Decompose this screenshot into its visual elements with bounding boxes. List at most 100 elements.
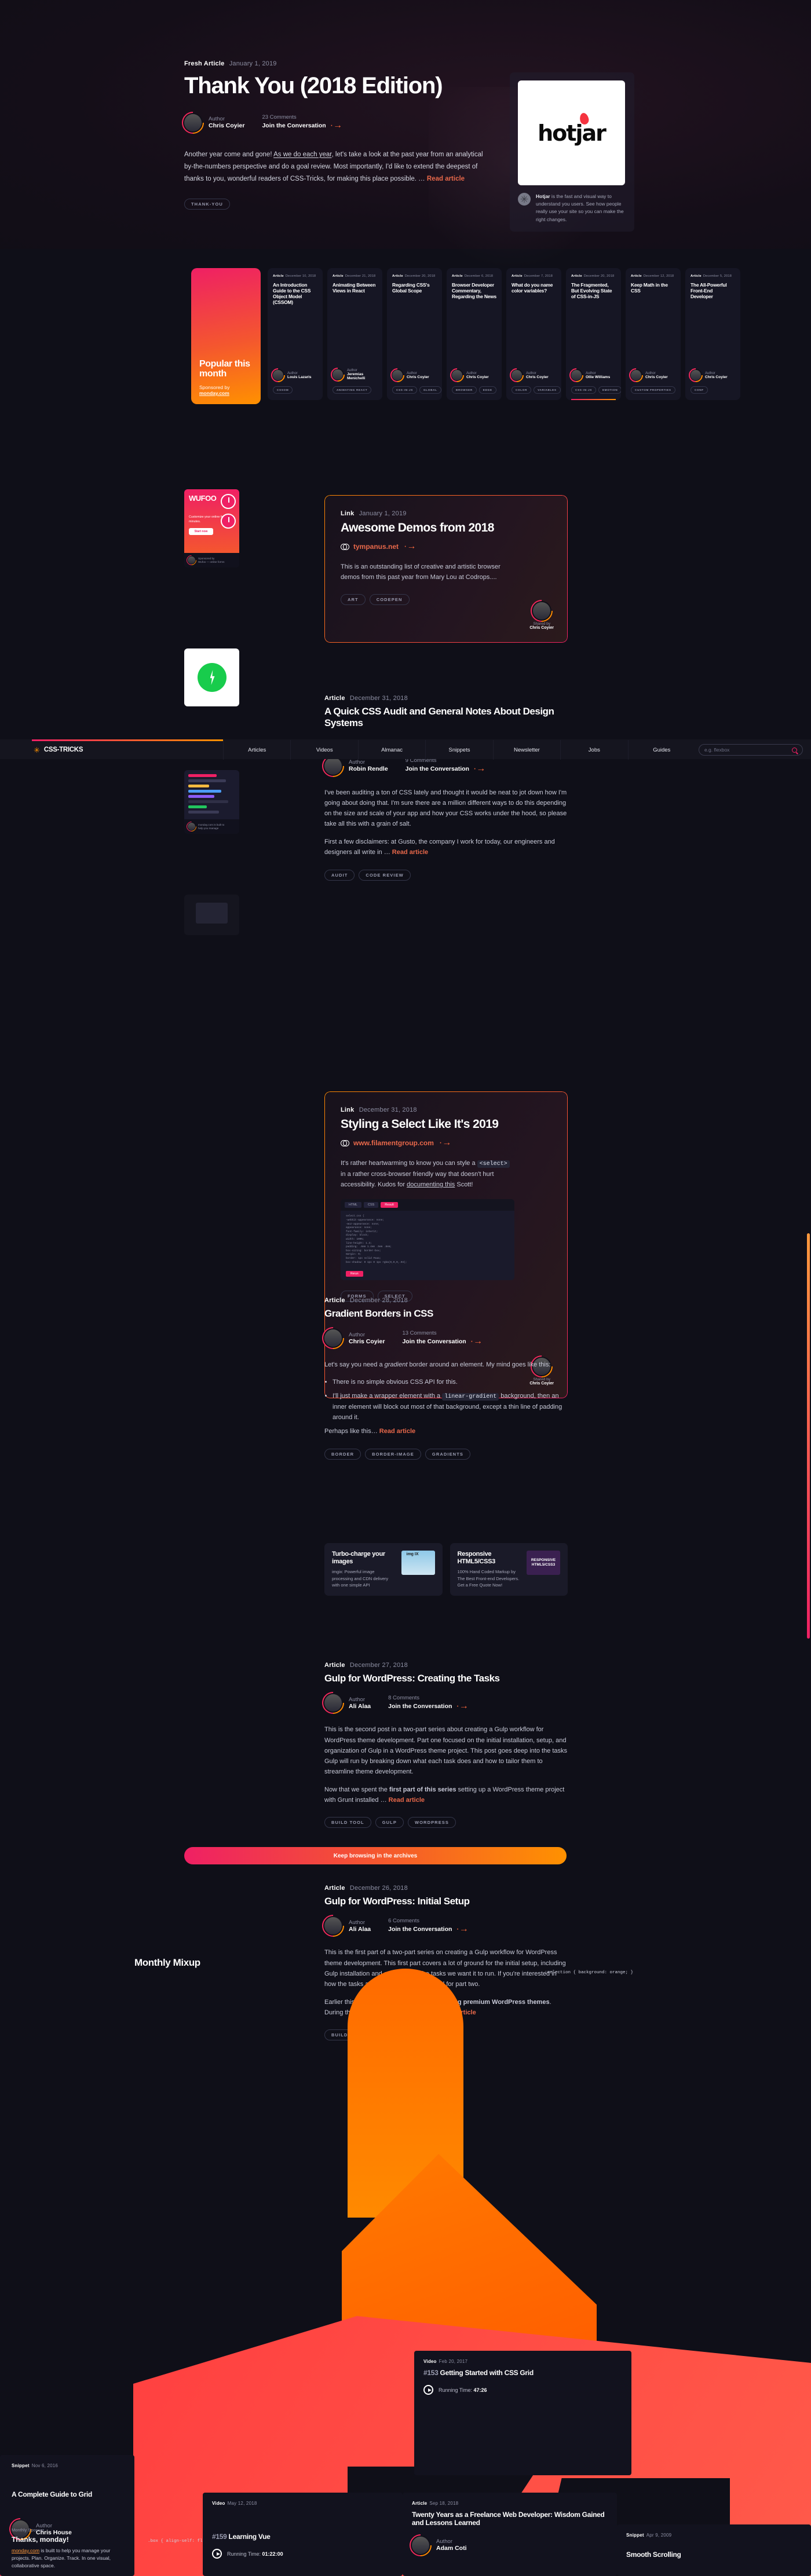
- tag[interactable]: AUDIT: [324, 869, 355, 881]
- codepen-rerun-button[interactable]: Rerun: [346, 1271, 363, 1277]
- entry-title[interactable]: A Quick CSS Audit and General Notes Abou…: [324, 706, 568, 730]
- entry-title[interactable]: Styling a Select Like It's 2019: [341, 1117, 551, 1131]
- play-icon[interactable]: [212, 2549, 222, 2559]
- card-title[interactable]: #153 Getting Started with CSS Grid: [423, 2369, 622, 2377]
- mixup-card-article-freelance[interactable]: Article Sep 18, 2018 Twenty Years as a Fr…: [403, 2493, 617, 2576]
- entry-title[interactable]: Gulp for WordPress: Creating the Tasks: [324, 1673, 568, 1684]
- card-title[interactable]: #159 Learning Vue: [212, 2533, 393, 2541]
- tag[interactable]: ANIMATING REACT: [333, 386, 372, 394]
- popular-card[interactable]: Article December 12, 2018 Keep Math in th…: [626, 268, 681, 400]
- hero-excerpt-link[interactable]: As we do each year: [273, 151, 331, 158]
- hero-read-article-link[interactable]: Read article: [427, 175, 465, 182]
- codepen-embed[interactable]: HTML CSS Result select.css { -webkit-app…: [341, 1199, 514, 1281]
- wufoo-start-button[interactable]: Start now: [189, 528, 213, 536]
- thumbnail-code[interactable]: monday.com is built to help you manage: [184, 770, 239, 834]
- tag[interactable]: EMOTION: [598, 386, 621, 394]
- hero-title[interactable]: Thank You (2018 Edition): [184, 73, 509, 99]
- popular-card[interactable]: Article December 7, 2018 What do you name…: [506, 268, 561, 400]
- tag[interactable]: BORDER: [324, 1448, 361, 1460]
- popular-card[interactable]: Article December 10, 2018 An Introduction…: [268, 268, 323, 400]
- card-title[interactable]: The Fragmented, But Evolving State of CS…: [571, 282, 616, 299]
- card-title[interactable]: Regarding CSS's Global Scope: [392, 282, 437, 294]
- nav-item-videos[interactable]: Videos: [290, 740, 357, 760]
- sponsor-link[interactable]: monday.com: [199, 390, 253, 396]
- codepen-tab-css[interactable]: CSS: [363, 1202, 379, 1208]
- sponsor-link[interactable]: monday.com: [12, 2548, 39, 2553]
- author-name[interactable]: Robin Rendle: [349, 765, 388, 772]
- codepen-tabs[interactable]: HTML CSS Result: [341, 1199, 514, 1211]
- card-title[interactable]: Smooth Scrolling: [626, 2551, 802, 2559]
- card-title[interactable]: Animating Between Views in React: [333, 282, 377, 294]
- read-article-link[interactable]: Read article: [389, 1797, 425, 1804]
- entry-title[interactable]: Awesome Demos from 2018: [341, 521, 551, 535]
- entry-url[interactable]: tympanus.net: [353, 543, 399, 551]
- hero-author-name[interactable]: Chris Coyier: [209, 122, 244, 129]
- popular-card[interactable]: Article December 20, 2018 Regarding CSS's…: [387, 268, 442, 400]
- entry-article-css-audit[interactable]: Article December 31, 2018 A Quick CSS Au…: [324, 695, 568, 881]
- tag[interactable]: BUILD TOOL: [324, 1817, 371, 1829]
- entry-article-gradient-borders[interactable]: Article December 28, 2018 Gradient Borde…: [324, 1297, 568, 1460]
- entry-url[interactable]: www.filamentgroup.com: [353, 1139, 434, 1147]
- tag[interactable]: BORDER-IMAGE: [365, 1448, 421, 1460]
- sponsor-ad-psd2html[interactable]: Responsive HTML5/CSS3 100% Hand Coded Ma…: [450, 1543, 568, 1596]
- nav-item-snippets[interactable]: Snippets: [425, 740, 492, 760]
- entry-title[interactable]: Gulp for WordPress: Initial Setup: [324, 1896, 568, 1907]
- tag[interactable]: WORDPRESS: [407, 1817, 456, 1829]
- thumbnail-placeholder[interactable]: [184, 895, 239, 935]
- main-navigation[interactable]: ✳ CSS-TRICKS Articles Videos Almanac Sni…: [0, 739, 811, 760]
- tag[interactable]: CONF: [691, 386, 708, 394]
- entry-url-row[interactable]: tympanus.net ·→: [341, 541, 551, 552]
- tag[interactable]: EDGE: [478, 386, 496, 394]
- excerpt-link[interactable]: documenting this: [407, 1181, 455, 1188]
- join-row[interactable]: Join the Conversation ·→: [402, 1336, 483, 1347]
- join-row[interactable]: Join the Conversation ·→: [388, 1701, 469, 1712]
- read-article-link[interactable]: Read article: [379, 1428, 415, 1435]
- entry-title[interactable]: Gradient Borders in CSS: [324, 1308, 568, 1320]
- tag[interactable]: BROWSER: [452, 386, 477, 394]
- play-icon[interactable]: [423, 2385, 433, 2395]
- tag[interactable]: CODE REVIEW: [359, 869, 411, 881]
- nav-item-articles[interactable]: Articles: [223, 740, 290, 760]
- mixup-card-video-159[interactable]: Video May 12, 2018 #159 Learning Vue Runn…: [203, 2493, 403, 2576]
- card-title[interactable]: What do you name color variables?: [512, 282, 556, 294]
- tag[interactable]: VARIABLES: [534, 386, 561, 394]
- card-title[interactable]: Browser Developer Commentary, Regarding …: [452, 282, 496, 299]
- popular-card[interactable]: Article December 20, 2018 The Fragmented,…: [566, 268, 621, 400]
- nav-item-jobs[interactable]: Jobs: [560, 740, 627, 760]
- tag[interactable]: GULP: [375, 1817, 404, 1829]
- entry-link-awesome-demos[interactable]: Link January 1, 2019 Awesome Demos from …: [324, 495, 568, 643]
- tag[interactable]: GRADIENTS: [425, 1448, 470, 1460]
- tag[interactable]: CSS-IN-JS: [571, 386, 597, 394]
- popular-card[interactable]: Article December 5, 2018 The All-Powerful…: [685, 268, 740, 400]
- tag[interactable]: CODEPEN: [369, 593, 410, 605]
- sponsor-ad-imgix[interactable]: Turbo-charge your images imgix: Powerful…: [324, 1543, 443, 1596]
- tag[interactable]: CSS-IN-JS: [392, 386, 418, 394]
- join-row[interactable]: Join the Conversation ·→: [406, 764, 486, 774]
- tag[interactable]: CSSOM: [273, 386, 293, 394]
- tag[interactable]: COLOR: [512, 386, 532, 394]
- mixup-card-video-153[interactable]: Video Feb 20, 2017 #153 Getting Started w…: [414, 2351, 631, 2475]
- tag[interactable]: THANK-YOU: [184, 198, 230, 210]
- card-title[interactable]: Twenty Years as a Freelance Web Develope…: [412, 2511, 608, 2527]
- keep-browsing-button[interactable]: Keep browsing in the archives: [184, 1847, 567, 1864]
- mixup-card-snippet-scroll[interactable]: Snippet Apr 9, 2009 Smooth Scrolling: [617, 2524, 811, 2576]
- hotjar-ad[interactable]: hotjar ✳ Hotjar is the fast and visual w…: [510, 72, 634, 232]
- nav-item-almanac[interactable]: Almanac: [357, 740, 425, 760]
- author-name[interactable]: Chris Coyier: [349, 1338, 385, 1345]
- tag[interactable]: CUSTOM PROPERTIES: [631, 386, 675, 394]
- nav-item-guides[interactable]: Guides: [627, 740, 695, 760]
- codepen-tab-result[interactable]: Result: [381, 1202, 398, 1208]
- p2-link[interactable]: first part of this series: [389, 1786, 456, 1793]
- page-scrollbar[interactable]: [807, 1233, 810, 1639]
- search-input[interactable]: e.g. flexbox: [698, 744, 803, 756]
- popular-card[interactable]: Article December 6, 2018 Browser Develope…: [447, 268, 502, 400]
- brand-logo[interactable]: ✳ CSS-TRICKS: [0, 740, 223, 760]
- entry-url-row[interactable]: www.filamentgroup.com ·→: [341, 1138, 551, 1148]
- tag[interactable]: ART: [341, 593, 366, 605]
- author-name[interactable]: Ali Alaa: [349, 1703, 371, 1710]
- entry-article-gulp-tasks[interactable]: Article December 27, 2018 Gulp for WordP…: [324, 1662, 568, 1829]
- card-title[interactable]: A Complete Guide to Grid: [12, 2490, 123, 2498]
- nav-item-newsletter[interactable]: Newsletter: [492, 740, 560, 760]
- tag[interactable]: GLOBAL: [419, 386, 441, 394]
- card-title[interactable]: Keep Math in the CSS: [631, 282, 675, 294]
